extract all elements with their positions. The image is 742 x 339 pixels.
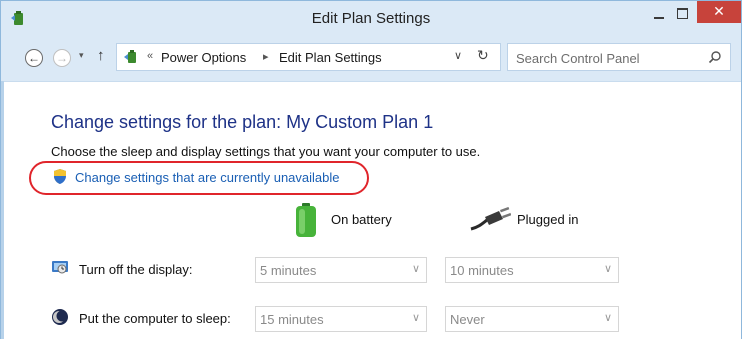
uac-shield-icon	[54, 169, 66, 184]
put-computer-to-sleep-label: Put the computer to sleep:	[79, 311, 231, 326]
search-input[interactable]	[514, 48, 698, 68]
breadcrumb-edit-plan-settings[interactable]: Edit Plan Settings	[279, 50, 382, 65]
sleep-plugged-in-value: Never	[450, 312, 485, 327]
left-border-accent	[1, 81, 4, 339]
search-box[interactable]	[507, 43, 731, 71]
power-plug-icon	[470, 207, 511, 231]
sleep-on-battery-select[interactable]: 15 minutes ∨	[255, 306, 427, 332]
maximize-button[interactable]	[673, 5, 693, 25]
page-description: Choose the sleep and display settings th…	[51, 144, 481, 159]
on-battery-column-header: On battery	[331, 212, 392, 227]
breadcrumb-power-options[interactable]: Power Options	[161, 50, 246, 65]
turn-off-display-label: Turn off the display:	[79, 262, 193, 277]
up-level-button[interactable]: ↑	[97, 47, 105, 64]
recent-locations-dropdown-icon[interactable]: ▾	[79, 50, 84, 61]
address-bar[interactable]: « Power Options ▸ Edit Plan Settings ∨ ↻	[116, 43, 501, 71]
chevron-down-icon: ∨	[411, 263, 420, 275]
display-plugged-in-select[interactable]: 10 minutes ∨	[445, 257, 619, 283]
search-icon[interactable]	[708, 50, 722, 64]
battery-icon	[296, 203, 316, 237]
chevron-down-icon: ∨	[603, 263, 612, 275]
plugged-in-column-header: Plugged in	[517, 212, 579, 227]
display-on-battery-value: 5 minutes	[260, 263, 317, 278]
navigation-bar: ← → ▾ ↑ « Power Options ▸ Edit Plan Sett…	[1, 37, 741, 82]
chevron-down-icon: ∨	[603, 312, 612, 324]
chevron-down-icon: ∨	[411, 312, 420, 324]
page-title: Change settings for the plan: My Custom …	[51, 112, 434, 132]
title-bar[interactable]: Edit Plan Settings ✕	[1, 1, 741, 37]
power-options-icon	[124, 50, 136, 63]
display-plugged-in-value: 10 minutes	[450, 263, 514, 278]
sleep-on-battery-value: 15 minutes	[260, 312, 324, 327]
breadcrumb-separator-icon[interactable]: ▸	[263, 50, 269, 63]
close-button[interactable]: ✕	[697, 1, 741, 23]
window-title: Edit Plan Settings	[311, 10, 431, 27]
sleep-moon-icon	[52, 309, 68, 325]
display-icon	[52, 261, 68, 274]
display-on-battery-select[interactable]: 5 minutes ∨	[255, 257, 427, 283]
refresh-icon[interactable]: ↻	[477, 47, 489, 64]
minimize-button[interactable]	[649, 5, 669, 25]
edit-plan-settings-window: Edit Plan Settings ✕ ← → ▾ ↑ « Power Opt…	[0, 0, 742, 339]
back-button[interactable]: ←	[25, 49, 43, 67]
sleep-plugged-in-select[interactable]: Never ∨	[445, 306, 619, 332]
forward-button[interactable]: →	[53, 49, 71, 67]
address-history-dropdown-icon[interactable]: ∨	[454, 49, 462, 62]
breadcrumb-overflow-icon[interactable]: «	[147, 50, 153, 62]
change-unavailable-settings-link-text[interactable]: Change settings that are currently unava…	[75, 170, 340, 185]
